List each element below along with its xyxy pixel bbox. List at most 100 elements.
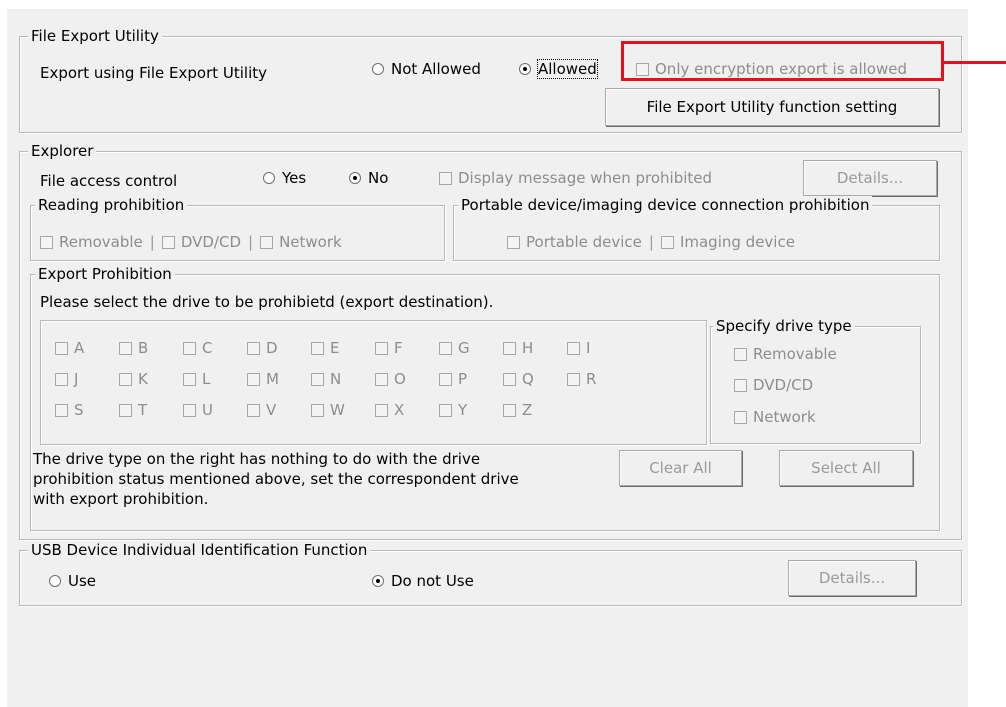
reading-removable-checkbox[interactable]: Removable <box>40 233 143 251</box>
export-prohibition-title: Export Prohibition <box>35 265 175 283</box>
allowed-label: Allowed <box>537 59 598 79</box>
drive-note-line1: The drive type on the right has nothing … <box>33 450 481 468</box>
drive-checkbox[interactable]: O <box>375 370 406 388</box>
usb-do-not-use-radio[interactable]: Do not Use <box>372 572 474 590</box>
drive-checkbox[interactable]: E <box>311 339 339 357</box>
drive-checkbox[interactable]: Z <box>503 401 532 419</box>
drive-letter-label: M <box>266 370 279 388</box>
file-access-label: File access control <box>40 172 178 190</box>
checkbox-box <box>507 236 520 249</box>
separator: | <box>149 233 155 251</box>
export-label: Export using File Export Utility <box>40 64 268 82</box>
specify-dvd-label: DVD/CD <box>753 376 814 394</box>
checkbox-box <box>55 404 68 417</box>
drive-letter-label: X <box>394 401 405 419</box>
drive-checkbox[interactable]: N <box>311 370 341 388</box>
radio-circle <box>349 172 361 184</box>
separator: | <box>248 233 254 251</box>
drive-letter-label: C <box>202 339 213 357</box>
drive-checkbox[interactable]: C <box>183 339 212 357</box>
drive-letter-label: G <box>458 339 470 357</box>
drive-letter-label: R <box>586 370 597 388</box>
drive-checkbox[interactable]: F <box>375 339 403 357</box>
select-all-button[interactable]: Select All <box>779 450 913 486</box>
drive-checkbox[interactable]: H <box>503 339 533 357</box>
specify-dvd-checkbox[interactable]: DVD/CD <box>734 376 813 394</box>
separator: | <box>648 233 654 251</box>
checkbox-box <box>734 379 747 392</box>
checkbox-box <box>119 373 132 386</box>
checkbox-box <box>247 342 260 355</box>
drive-letter-label: A <box>74 339 85 357</box>
drive-checkbox[interactable]: P <box>439 370 467 388</box>
no-radio[interactable]: No <box>349 169 388 187</box>
drive-checkbox[interactable]: A <box>55 339 84 357</box>
function-setting-button[interactable]: File Export Utility function setting <box>605 88 939 126</box>
explorer-details-button[interactable]: Details... <box>803 160 937 196</box>
imaging-device-checkbox[interactable]: Imaging device <box>660 233 795 251</box>
display-message-checkbox[interactable]: Display message when prohibited <box>439 169 712 187</box>
checkbox-box <box>260 236 274 249</box>
drive-letter-label: V <box>266 401 277 419</box>
drive-checkbox[interactable]: T <box>119 401 147 419</box>
portable-device-checkbox[interactable]: Portable device <box>507 233 642 251</box>
drive-letter-label: U <box>202 401 213 419</box>
drive-letter-label: S <box>74 401 84 419</box>
drive-checkbox[interactable]: M <box>247 370 279 388</box>
checkbox-box <box>40 236 53 249</box>
drive-checkbox[interactable]: U <box>183 401 213 419</box>
allowed-radio[interactable]: Allowed <box>519 59 598 79</box>
drive-checkbox[interactable]: W <box>311 401 345 419</box>
checkbox-box <box>439 373 452 386</box>
file-export-title: File Export Utility <box>28 27 162 45</box>
drive-checkbox[interactable]: R <box>567 370 596 388</box>
settings-panel: File Export Utility Export using File Ex… <box>7 9 968 707</box>
reading-title: Reading prohibition <box>35 196 188 214</box>
specify-network-checkbox[interactable]: Network <box>734 408 816 426</box>
checkbox-box <box>734 348 747 361</box>
drive-checkbox[interactable]: Q <box>503 370 534 388</box>
checkbox-box <box>247 373 260 386</box>
radio-circle <box>263 172 275 184</box>
checkbox-box <box>183 404 196 417</box>
drive-checkbox[interactable]: J <box>55 370 78 388</box>
drive-checkbox[interactable]: S <box>55 401 84 419</box>
drive-checkbox[interactable]: D <box>247 339 278 357</box>
radio-circle <box>49 575 61 587</box>
reading-dvd-checkbox[interactable]: DVD/CD <box>161 233 241 251</box>
yes-radio[interactable]: Yes <box>263 169 306 187</box>
drive-checkbox[interactable]: X <box>375 401 404 419</box>
drive-letter-label: F <box>394 339 403 357</box>
drive-note-line2: prohibition status mentioned above, set … <box>33 470 519 488</box>
drive-checkbox[interactable]: I <box>567 339 590 357</box>
export-instruction: Please select the drive to be prohibietd… <box>40 293 494 311</box>
clear-all-button[interactable]: Clear All <box>619 450 742 486</box>
drive-letter-label: Q <box>522 370 534 388</box>
drive-checkbox[interactable]: G <box>439 339 470 357</box>
checkbox-box <box>311 373 324 386</box>
drive-checkbox[interactable]: V <box>247 401 276 419</box>
drive-letter-label: Y <box>458 401 468 419</box>
drive-letter-label: E <box>330 339 340 357</box>
checkbox-box <box>311 342 324 355</box>
drive-checkbox[interactable]: L <box>183 370 210 388</box>
drive-letter-label: I <box>586 339 591 357</box>
annotation-highlight-box <box>621 41 944 81</box>
specify-removable-checkbox[interactable]: Removable <box>734 345 837 363</box>
drive-checkbox[interactable]: B <box>119 339 148 357</box>
checkbox-box <box>503 404 516 417</box>
drive-checkbox[interactable]: K <box>119 370 148 388</box>
usb-details-button[interactable]: Details... <box>788 560 916 596</box>
checkbox-box <box>439 342 452 355</box>
reading-network-checkbox[interactable]: Network <box>260 233 342 251</box>
not-allowed-radio[interactable]: Not Allowed <box>372 60 481 78</box>
drive-letter-label: N <box>330 370 342 388</box>
drive-checkbox[interactable]: Y <box>439 401 467 419</box>
imaging-device-label: Imaging device <box>679 233 795 251</box>
usb-use-radio[interactable]: Use <box>49 572 96 590</box>
checkbox-box <box>55 342 68 355</box>
no-label: No <box>368 169 389 187</box>
checkbox-box <box>375 342 388 355</box>
checkbox-box <box>119 404 132 417</box>
radio-circle <box>372 63 384 75</box>
